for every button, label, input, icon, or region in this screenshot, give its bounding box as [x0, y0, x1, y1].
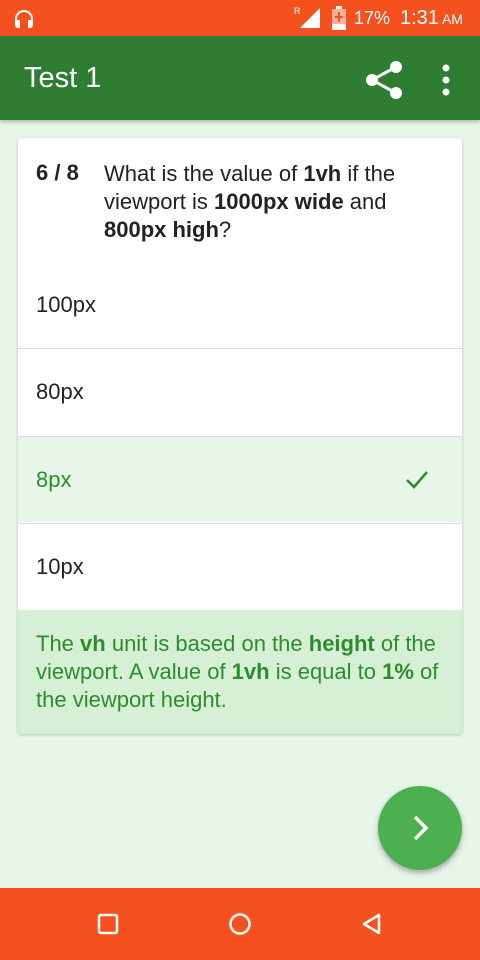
clock-ampm: AM [441, 11, 463, 27]
question-text-emphasis: 1vh [303, 161, 342, 186]
answer-option-correct[interactable]: 8px [18, 436, 462, 522]
question-text-part: ? [218, 217, 232, 242]
check-icon [406, 471, 428, 489]
answer-option-label: 100px [36, 292, 96, 317]
home-icon[interactable] [228, 912, 252, 936]
question-text: What is the value of 1vh if the viewport… [104, 160, 434, 244]
headset-icon [15, 10, 33, 28]
status-bar: R 17% 1:31 AM [0, 0, 480, 36]
share-icon[interactable] [362, 58, 406, 102]
question-text-emphasis: 800px high [104, 217, 219, 242]
explanation-text: The vh unit is based on the height of th… [36, 630, 446, 714]
question-text-part: What is the value of [104, 161, 304, 186]
app-bar: Test 1 [0, 36, 480, 120]
question: 6 / 8 What is the value of 1vh if the vi… [18, 138, 462, 262]
question-card: 6 / 8 What is the value of 1vh if the vi… [18, 138, 462, 734]
question-text-emphasis: 1000px wide [214, 189, 344, 214]
clock-time: 1:31 [400, 7, 439, 29]
question-text-part: and [343, 189, 387, 214]
page-title: Test 1 [24, 62, 102, 94]
answer-option-label: 8px [36, 467, 72, 492]
question-number: 6 / 8 [36, 160, 79, 185]
battery-percentage: 17% [354, 8, 391, 28]
signal-icon: R [294, 6, 320, 28]
clock: 1:31 AM [400, 7, 463, 30]
answer-option-label: 80px [36, 379, 84, 404]
answer-option[interactable]: 80px [18, 348, 462, 434]
more-vert-icon[interactable] [432, 62, 460, 98]
answer-option[interactable]: 100px [18, 262, 462, 348]
explanation-text-emphasis: vh [80, 631, 106, 656]
system-navigation-bar [0, 888, 480, 960]
explanation-text-emphasis: height [308, 631, 375, 656]
back-icon[interactable] [360, 912, 384, 936]
explanation-text-part: The [36, 631, 81, 656]
explanation-text-part: is equal to [269, 659, 383, 684]
explanation-text-emphasis: 1vh [231, 659, 270, 684]
svg-text:R: R [294, 6, 301, 16]
next-question-button[interactable] [378, 786, 462, 870]
answer-option[interactable]: 10px [18, 523, 462, 609]
answer-explanation: The vh unit is based on the height of th… [18, 610, 462, 734]
chevron-right-icon [413, 815, 429, 841]
answer-option-label: 10px [36, 554, 84, 579]
explanation-text-emphasis: 1% [382, 659, 414, 684]
recents-icon[interactable] [96, 912, 120, 936]
explanation-text-part: unit is based on the [105, 631, 309, 656]
battery-charging-icon [332, 6, 346, 30]
